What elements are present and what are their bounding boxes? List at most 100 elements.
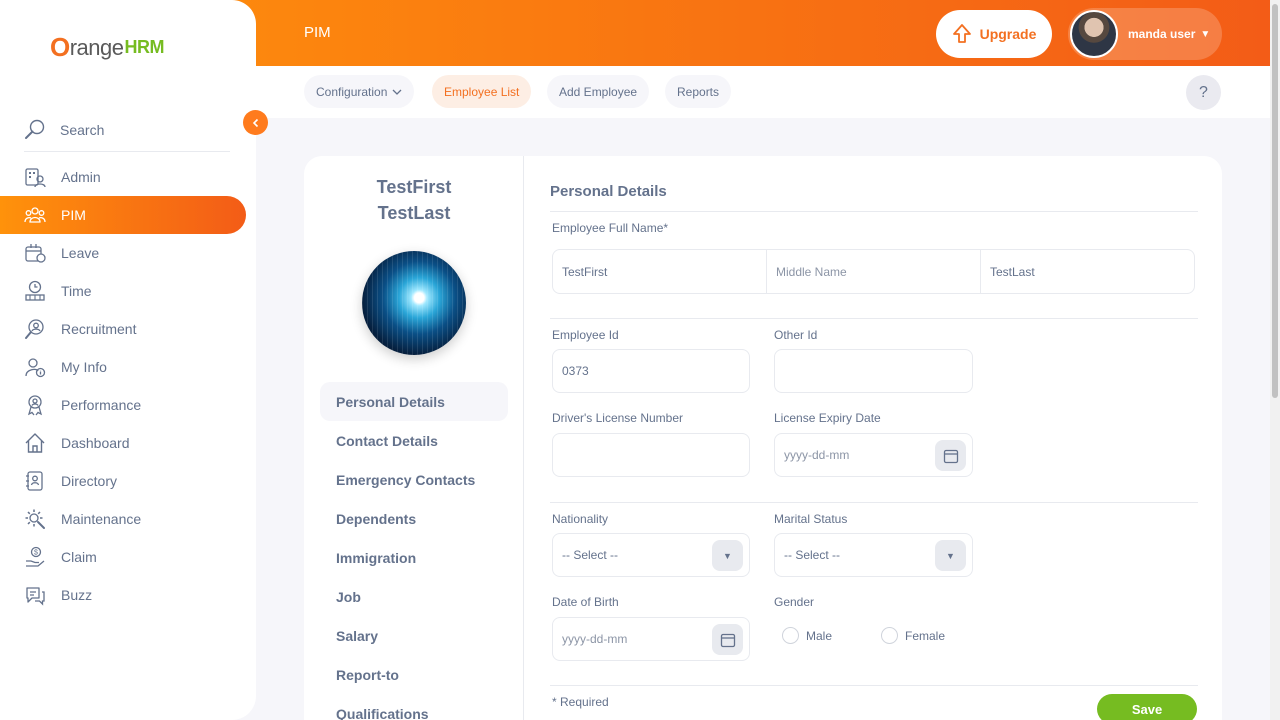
radio-circle[interactable] bbox=[881, 627, 898, 644]
date-of-birth-label: Date of Birth bbox=[552, 595, 619, 609]
sidebar-item-label: Directory bbox=[61, 473, 118, 489]
tab-add-employee[interactable]: Add Employee bbox=[547, 75, 650, 108]
radio-circle[interactable] bbox=[782, 627, 799, 644]
user-dropdown[interactable]: manda user ▼ bbox=[1068, 8, 1222, 60]
sidebar-item-leave[interactable]: Leave bbox=[0, 234, 246, 272]
last-name-input[interactable]: TestLast bbox=[981, 250, 1194, 293]
performance-icon bbox=[24, 394, 46, 416]
required-note: * Required bbox=[552, 695, 609, 709]
sidebar-item-dashboard[interactable]: Dashboard bbox=[0, 424, 246, 462]
chevron-left-icon bbox=[252, 118, 258, 127]
gender-label: Gender bbox=[774, 595, 815, 609]
module-title: PIM bbox=[304, 24, 331, 41]
marital-status-label: Marital Status bbox=[774, 512, 848, 526]
help-button[interactable]: ? bbox=[1186, 75, 1221, 110]
save-button[interactable]: Save bbox=[1097, 694, 1197, 720]
license-expiry-input[interactable]: yyyy-dd-mm bbox=[774, 433, 973, 477]
tab-label: Employee List bbox=[444, 84, 520, 99]
scrollbar-thumb[interactable] bbox=[1272, 4, 1278, 398]
license-number-input[interactable] bbox=[552, 433, 750, 477]
sidebar-item-label: PIM bbox=[61, 207, 86, 223]
tab-reports[interactable]: Reports bbox=[665, 75, 732, 108]
employee-photo[interactable] bbox=[362, 251, 466, 355]
full-name-label: Employee Full Name* bbox=[552, 221, 669, 235]
dashboard-icon bbox=[24, 432, 46, 454]
sidebar-search[interactable]: Search bbox=[24, 108, 230, 152]
avatar bbox=[1070, 10, 1118, 58]
sidebar-item-label: Buzz bbox=[61, 587, 93, 603]
nationality-value: -- Select -- bbox=[562, 548, 619, 562]
sidebar-collapse-button[interactable] bbox=[243, 110, 268, 135]
page-scrollbar[interactable] bbox=[1270, 0, 1280, 720]
form-title: Personal Details bbox=[550, 183, 667, 200]
admin-icon bbox=[24, 166, 46, 188]
employee-id-input[interactable]: 0373 bbox=[552, 349, 750, 393]
tab-label: Add Employee bbox=[559, 84, 638, 99]
radio-label: Male bbox=[806, 628, 833, 643]
license-expiry-value: yyyy-dd-mm bbox=[784, 448, 850, 462]
sidebar-item-performance[interactable]: Performance bbox=[0, 386, 246, 424]
sidebar-item-buzz[interactable]: Buzz bbox=[0, 576, 246, 614]
sidebar-item-pim[interactable]: PIM bbox=[0, 196, 246, 234]
brand-logo[interactable]: Orange HRM bbox=[50, 32, 165, 63]
search-icon bbox=[25, 119, 45, 139]
sidebar: Orange HRM Search Admin PIM Leave Time Re… bbox=[0, 0, 256, 720]
first-name-input[interactable]: TestFirst bbox=[553, 250, 767, 293]
calendar-icon[interactable] bbox=[935, 440, 966, 471]
date-of-birth-value: yyyy-dd-mm bbox=[562, 632, 628, 646]
employee-name: TestFirst TestLast bbox=[304, 174, 524, 226]
my-info-icon bbox=[24, 356, 46, 378]
sidebar-item-directory[interactable]: Directory bbox=[0, 462, 246, 500]
employee-card: TestFirst TestLast Personal Details Cont… bbox=[304, 156, 1222, 720]
employee-tab-report-to[interactable]: Report-to bbox=[320, 655, 508, 694]
calendar-icon[interactable] bbox=[712, 624, 743, 655]
other-id-input[interactable] bbox=[774, 349, 973, 393]
employee-last-name: TestLast bbox=[377, 203, 451, 223]
personal-details-form: Personal Details Employee Full Name* Tes… bbox=[550, 156, 1198, 720]
gender-male-radio[interactable]: Male bbox=[782, 627, 832, 644]
upgrade-button[interactable]: Upgrade bbox=[936, 10, 1052, 58]
employee-tab-salary[interactable]: Salary bbox=[320, 616, 508, 655]
employee-tab-emergency-contacts[interactable]: Emergency Contacts bbox=[320, 460, 508, 499]
employee-first-name: TestFirst bbox=[376, 177, 452, 197]
pim-icon bbox=[24, 204, 46, 226]
time-icon bbox=[24, 280, 46, 302]
divider bbox=[550, 318, 1198, 319]
chevron-down-icon bbox=[392, 89, 402, 95]
maintenance-icon bbox=[24, 508, 46, 530]
full-name-group: TestFirst Middle Name TestLast bbox=[552, 249, 1195, 294]
employee-tab-job[interactable]: Job bbox=[320, 577, 508, 616]
employee-tab-immigration[interactable]: Immigration bbox=[320, 538, 508, 577]
tab-label: Configuration bbox=[316, 84, 388, 99]
sidebar-item-label: Performance bbox=[61, 397, 142, 413]
sidebar-item-label: Maintenance bbox=[61, 511, 142, 527]
help-icon: ? bbox=[1199, 83, 1208, 101]
marital-status-select[interactable]: -- Select -- ▼ bbox=[774, 533, 973, 577]
gender-female-radio[interactable]: Female bbox=[881, 627, 945, 644]
recruitment-icon bbox=[24, 318, 46, 340]
upgrade-icon bbox=[952, 24, 971, 43]
sidebar-item-maintenance[interactable]: Maintenance bbox=[0, 500, 246, 538]
sidebar-item-my-info[interactable]: My Info bbox=[0, 348, 246, 386]
claim-icon: $ bbox=[24, 546, 46, 568]
tab-configuration[interactable]: Configuration bbox=[304, 75, 415, 108]
directory-icon bbox=[24, 470, 46, 492]
employee-tabs: Personal Details Contact Details Emergen… bbox=[320, 382, 508, 720]
sub-navigation: Configuration Employee List Add Employee… bbox=[256, 66, 1270, 118]
radio-label: Female bbox=[905, 628, 946, 643]
employee-tab-qualifications[interactable]: Qualifications bbox=[320, 694, 508, 720]
divider bbox=[550, 502, 1198, 503]
nationality-select[interactable]: -- Select -- ▼ bbox=[552, 533, 750, 577]
sidebar-item-claim[interactable]: $ Claim bbox=[0, 538, 246, 576]
employee-tab-dependents[interactable]: Dependents bbox=[320, 499, 508, 538]
license-number-label: Driver's License Number bbox=[552, 411, 683, 425]
sidebar-item-recruitment[interactable]: Recruitment bbox=[0, 310, 246, 348]
employee-profile-column: TestFirst TestLast Personal Details Cont… bbox=[304, 156, 524, 720]
date-of-birth-input[interactable]: yyyy-dd-mm bbox=[552, 617, 750, 661]
employee-tab-personal-details[interactable]: Personal Details bbox=[320, 382, 508, 421]
sidebar-item-time[interactable]: Time bbox=[0, 272, 246, 310]
employee-tab-contact-details[interactable]: Contact Details bbox=[320, 421, 508, 460]
sidebar-item-admin[interactable]: Admin bbox=[0, 158, 246, 196]
middle-name-input[interactable]: Middle Name bbox=[767, 250, 981, 293]
tab-employee-list[interactable]: Employee List bbox=[432, 75, 532, 108]
